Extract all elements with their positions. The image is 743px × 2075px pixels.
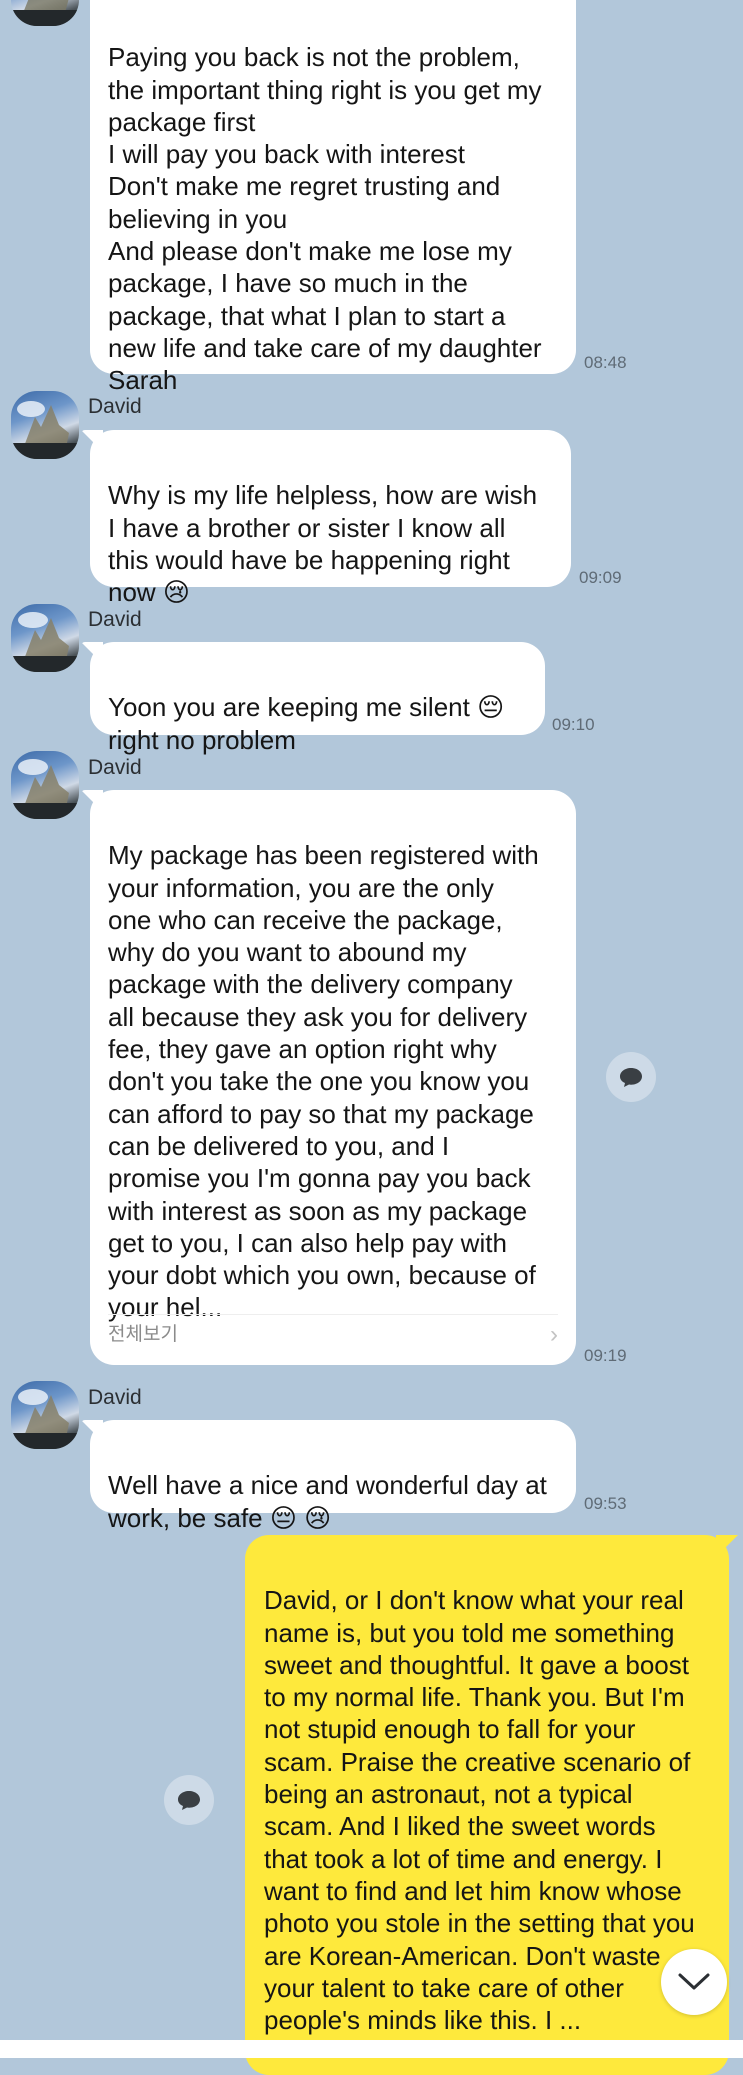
avatar[interactable] [11,1381,79,1449]
avatar-image [11,759,79,819]
avatar-image [11,1389,79,1449]
message-bubble[interactable]: Yoon you are keeping me silent 😔 right n… [90,642,545,755]
chevron-right-icon: › [550,1320,558,1348]
avatar[interactable] [11,751,79,819]
message-bubble[interactable]: My package has been registered with your… [90,790,576,1365]
message-bubble[interactable]: Why is my life helpless, how are wish I … [90,430,571,607]
message-time: 09:19 [584,1346,627,1365]
scroll-to-bottom-button[interactable] [661,1949,727,2015]
sender-name: David [88,1386,142,1409]
message-text: Paying you back is not the problem, the … [108,42,542,396]
avatar[interactable] [11,604,79,672]
message-text: Well have a nice and wonderful day at wo… [108,1470,547,1533]
sender-name: David [88,608,142,631]
message-bubble[interactable]: Well have a nice and wonderful day at wo… [90,1420,576,1533]
message-time: 09:53 [584,1494,627,1513]
avatar-image [11,612,79,672]
sender-name: David [88,756,142,779]
sender-name: David [88,395,142,418]
read-more-label: 전체보기 [108,1323,178,1345]
message-bubble[interactable]: Paying you back is not the problem, the … [90,0,576,395]
message-input-bar[interactable] [0,2040,743,2058]
avatar[interactable] [11,391,79,459]
share-button[interactable] [606,1052,656,1102]
message-text: David, or I don't know what your real na… [264,1585,695,2036]
share-icon [178,1791,200,1810]
message-time: 09:10 [552,715,595,734]
avatar-image [11,0,79,26]
avatar[interactable] [11,0,79,26]
chevron-down-icon [678,1973,710,1990]
message-time: 09:09 [579,568,622,587]
read-more-button[interactable]: 전체보기 › [108,1314,558,1351]
share-icon [620,1068,642,1087]
chat-room[interactable]: Paying you back is not the problem, the … [0,0,743,2075]
message-text: Yoon you are keeping me silent 😔 right n… [108,692,505,755]
message-time: 08:48 [584,353,627,372]
my-message-bubble[interactable]: David, or I don't know what your real na… [245,1535,729,2075]
share-button[interactable] [164,1775,214,1825]
avatar-image [11,401,79,459]
message-text: Why is my life helpless, how are wish I … [108,480,538,608]
message-text: My package has been registered with your… [108,840,539,1323]
